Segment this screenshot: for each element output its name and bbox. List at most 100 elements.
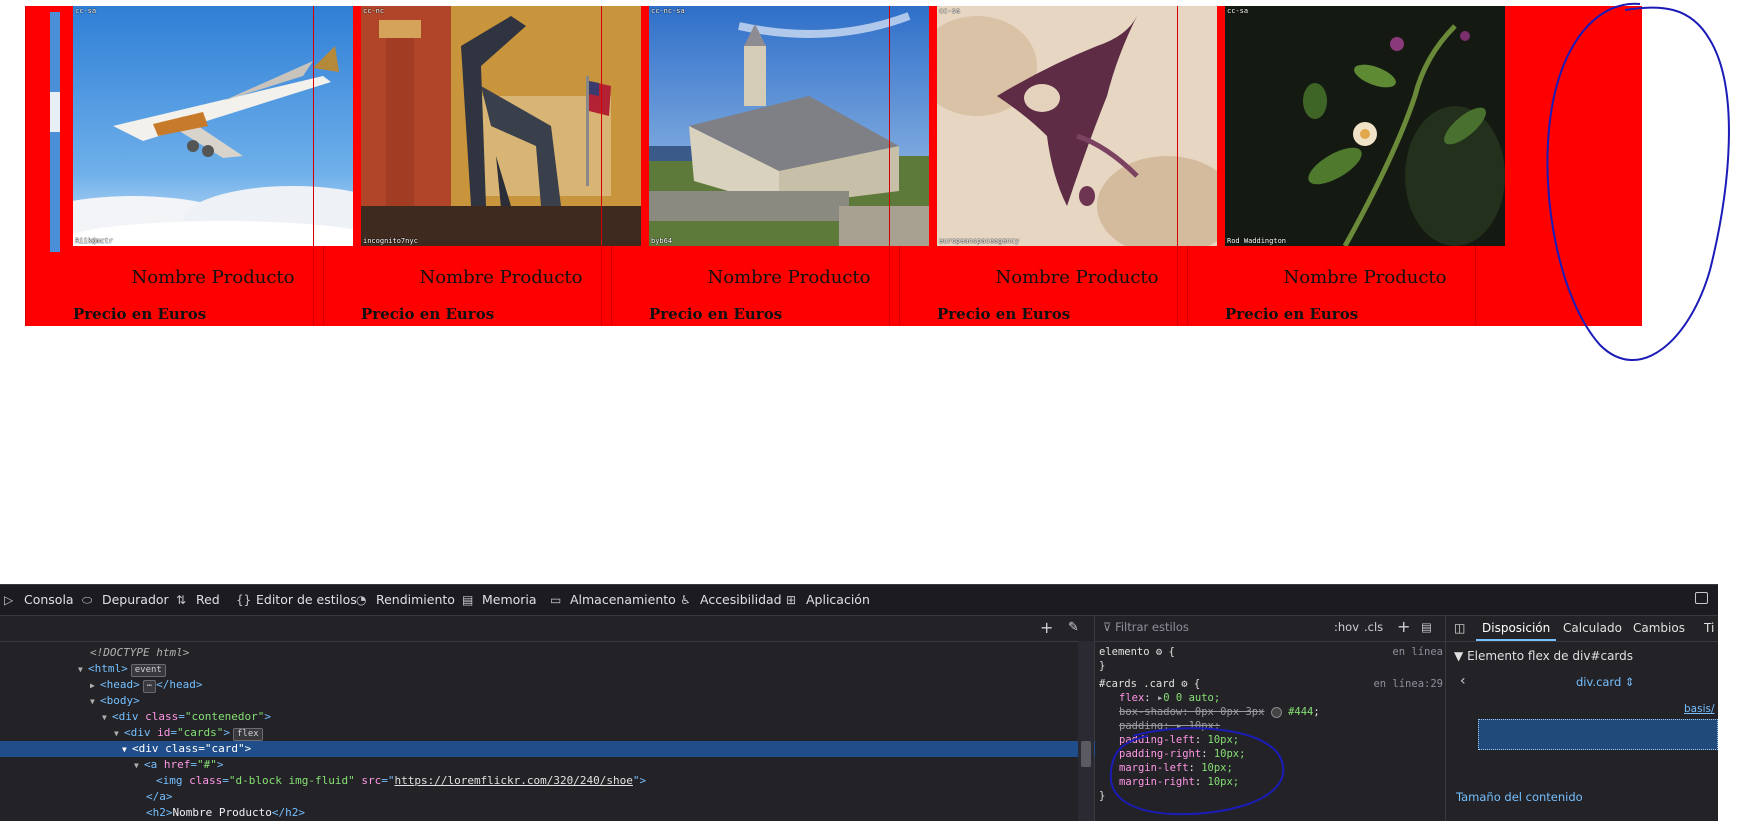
declaration[interactable]: flex: ▸0 0 auto; — [1095, 691, 1469, 705]
license-label: cc-sa — [75, 7, 97, 15]
tab-accessibility[interactable]: ♿ Accesibilidad — [680, 585, 782, 615]
property-name[interactable]: box-shadow — [1119, 706, 1182, 718]
dock-side-icon[interactable] — [1695, 592, 1708, 604]
markup-line[interactable]: ▶ <head> ⋯ </head> — [0, 677, 1168, 693]
expand-icon[interactable]: ▼ — [90, 694, 100, 710]
license-label: cc-nc — [363, 7, 385, 15]
tab-style-editor[interactable]: {} Editor de estilos — [236, 585, 357, 615]
product-image[interactable]: cc-nc incognito7nyc — [361, 6, 641, 246]
collapse-icon[interactable]: ▶ — [90, 678, 100, 694]
markup-scrollbar[interactable] — [1078, 641, 1094, 821]
rule-close: } — [1099, 660, 1106, 672]
expand-icon[interactable]: ▼ — [102, 710, 112, 726]
filter-styles-input[interactable]: ⊽ Filtrar estilos — [1103, 620, 1303, 637]
attr-value: "cards" — [177, 726, 224, 739]
tag-close: </head> — [156, 678, 203, 691]
product-price: Precio en Euros — [937, 305, 1071, 323]
back-icon[interactable]: ‹ — [1460, 673, 1466, 689]
product-image[interactable]: cc-sa Riik@mctr — [73, 6, 353, 246]
tab-computed[interactable]: Calculado — [1563, 616, 1622, 641]
rule-gear-icon[interactable]: ⚙ — [1181, 678, 1187, 690]
print-media-icon[interactable]: ▤ — [1421, 620, 1432, 634]
cls-toggle[interactable]: .cls — [1364, 620, 1383, 634]
collapse-icon[interactable]: ▼ — [1454, 649, 1463, 663]
cards-container: cc-sa Riik@mctr Nombre Producto Precio e… — [25, 6, 1642, 326]
property-value[interactable]: #444 — [1288, 706, 1313, 718]
rule-source[interactable]: en línea — [1392, 645, 1443, 659]
markup-line[interactable]: ▼ <div class="contenedor"> — [0, 709, 1180, 725]
markup-line[interactable]: <!DOCTYPE html> — [0, 645, 1168, 661]
rule-card[interactable]: #cards .card ⚙ {en línea:29 — [1095, 677, 1449, 691]
product-image[interactable]: cc-nc-sa byb64 — [649, 6, 929, 246]
debugger-icon: ⬭ — [82, 593, 93, 607]
markup-line[interactable]: ▼ <a href="#"> — [0, 757, 1212, 773]
tab-changes[interactable]: Cambios — [1633, 616, 1685, 641]
product-card[interactable]: cc-sa Riik@mctr Nombre Producto Precio e… — [25, 6, 353, 326]
tab-layout[interactable]: Disposición — [1475, 616, 1557, 641]
property-value[interactable]: 0 0 auto; — [1163, 692, 1220, 704]
property-name[interactable]: flex — [1119, 692, 1144, 704]
tab-network[interactable]: ⇅ Red — [176, 585, 220, 615]
add-rule-icon[interactable]: + — [1397, 617, 1410, 636]
tab-storage[interactable]: ▭ Almacenamiento — [550, 585, 676, 615]
attr-name: href — [163, 758, 191, 771]
console-icon: ▷ — [4, 593, 14, 607]
product-name: Nombre Producto — [131, 267, 295, 288]
tab-more[interactable]: Ti — [1704, 616, 1714, 641]
event-badge[interactable]: event — [130, 664, 166, 677]
scrollbar-thumb[interactable] — [1081, 741, 1091, 767]
eyedropper-icon[interactable]: ✎ — [1068, 620, 1079, 635]
flex-item-heading[interactable]: ▼ Elemento flex de div#cards — [1454, 649, 1633, 663]
property-value[interactable]: 0px 0px 3px — [1195, 706, 1265, 718]
tab-memory[interactable]: ▤ Memoria — [462, 585, 537, 615]
product-card[interactable]: cc-sa Rod Waddington Nombre Producto Pre… — [1177, 6, 1505, 326]
ellipsis-badge[interactable]: ⋯ — [142, 680, 157, 693]
img-src-link[interactable]: https://loremflickr.com/320/240/shoe — [394, 774, 632, 787]
application-icon: ⊞ — [786, 593, 797, 607]
tab-console[interactable]: ▷ Consola — [4, 585, 74, 615]
tab-application[interactable]: ⊞ Aplicación — [786, 585, 870, 615]
markup-line[interactable]: </a> — [0, 789, 1224, 805]
photo-credit: Rod Waddington — [1227, 237, 1287, 245]
markup-line[interactable]: ▼ <body> — [0, 693, 1168, 709]
product-card[interactable]: cc-nc-sa byb64 Nombre Producto Precio en… — [601, 6, 929, 326]
product-card[interactable]: cc-nc incognito7nyc Nombre Producto Prec… — [313, 6, 641, 326]
attr-name: class — [189, 774, 223, 787]
hov-toggle[interactable]: :hov — [1334, 620, 1359, 634]
style-editor-icon: {} — [236, 593, 252, 607]
attr-value: "#" — [197, 758, 217, 771]
flex-item-selector[interactable]: div.card ⇕ — [1576, 675, 1635, 689]
product-name: Nombre Producto — [995, 267, 1159, 288]
markup-line[interactable]: <img class="d-block img-fluid" src="http… — [0, 773, 1234, 789]
color-swatch[interactable] — [1270, 706, 1282, 718]
markup-line[interactable]: <h2>Nombre Producto</h2> — [0, 805, 1224, 821]
tag-name: html — [94, 662, 122, 675]
expand-icon[interactable]: ▼ — [122, 742, 132, 758]
product-image[interactable]: cc-sa europeanspaceagency — [937, 6, 1217, 246]
tag-close: </a> — [146, 790, 173, 803]
expand-icon[interactable]: ▼ — [78, 662, 88, 678]
rule-source[interactable]: en línea:29 — [1373, 677, 1443, 691]
rule-element[interactable]: elemento ⚙ {en línea — [1095, 645, 1449, 659]
toggle-sidebar-icon[interactable]: ◫ — [1454, 616, 1465, 641]
attr-name: class — [145, 710, 179, 723]
add-node-icon[interactable]: + — [1040, 618, 1053, 637]
doctype-node: <!DOCTYPE html> — [90, 646, 190, 659]
layout-sidebar: ◫ Disposición Calculado Cambios Ti ▼ Ele… — [1446, 616, 1718, 821]
markup-line-selected[interactable]: ▼ <div class="card"> — [0, 741, 1200, 757]
markup-line[interactable]: ▼ <html> event — [0, 661, 1156, 677]
markup-line[interactable]: ▼ <div id="cards"> flex — [0, 725, 1192, 741]
expand-icon[interactable]: ▼ — [134, 758, 144, 774]
inspector-toolbar: + ✎ — [0, 616, 1094, 642]
tab-debugger[interactable]: ⬭ Depurador — [82, 585, 169, 615]
tab-performance[interactable]: ◔ Rendimiento — [356, 585, 455, 615]
flex-badge[interactable]: flex — [232, 728, 263, 741]
storage-icon: ▭ — [550, 593, 562, 607]
product-image[interactable]: cc-sa Rod Waddington — [1225, 6, 1505, 246]
accessibility-icon: ♿ — [680, 593, 691, 607]
rules-toolbar: ⊽ Filtrar estilos :hov .cls + ▤ — [1095, 616, 1445, 642]
rule-gear-icon[interactable]: ⚙ — [1156, 646, 1162, 658]
declaration[interactable]: box-shadow: 0px 0px 3px #444; — [1095, 705, 1469, 719]
product-card[interactable]: cc-sa europeanspaceagency Nombre Product… — [889, 6, 1217, 326]
expand-icon[interactable]: ▼ — [114, 726, 124, 742]
